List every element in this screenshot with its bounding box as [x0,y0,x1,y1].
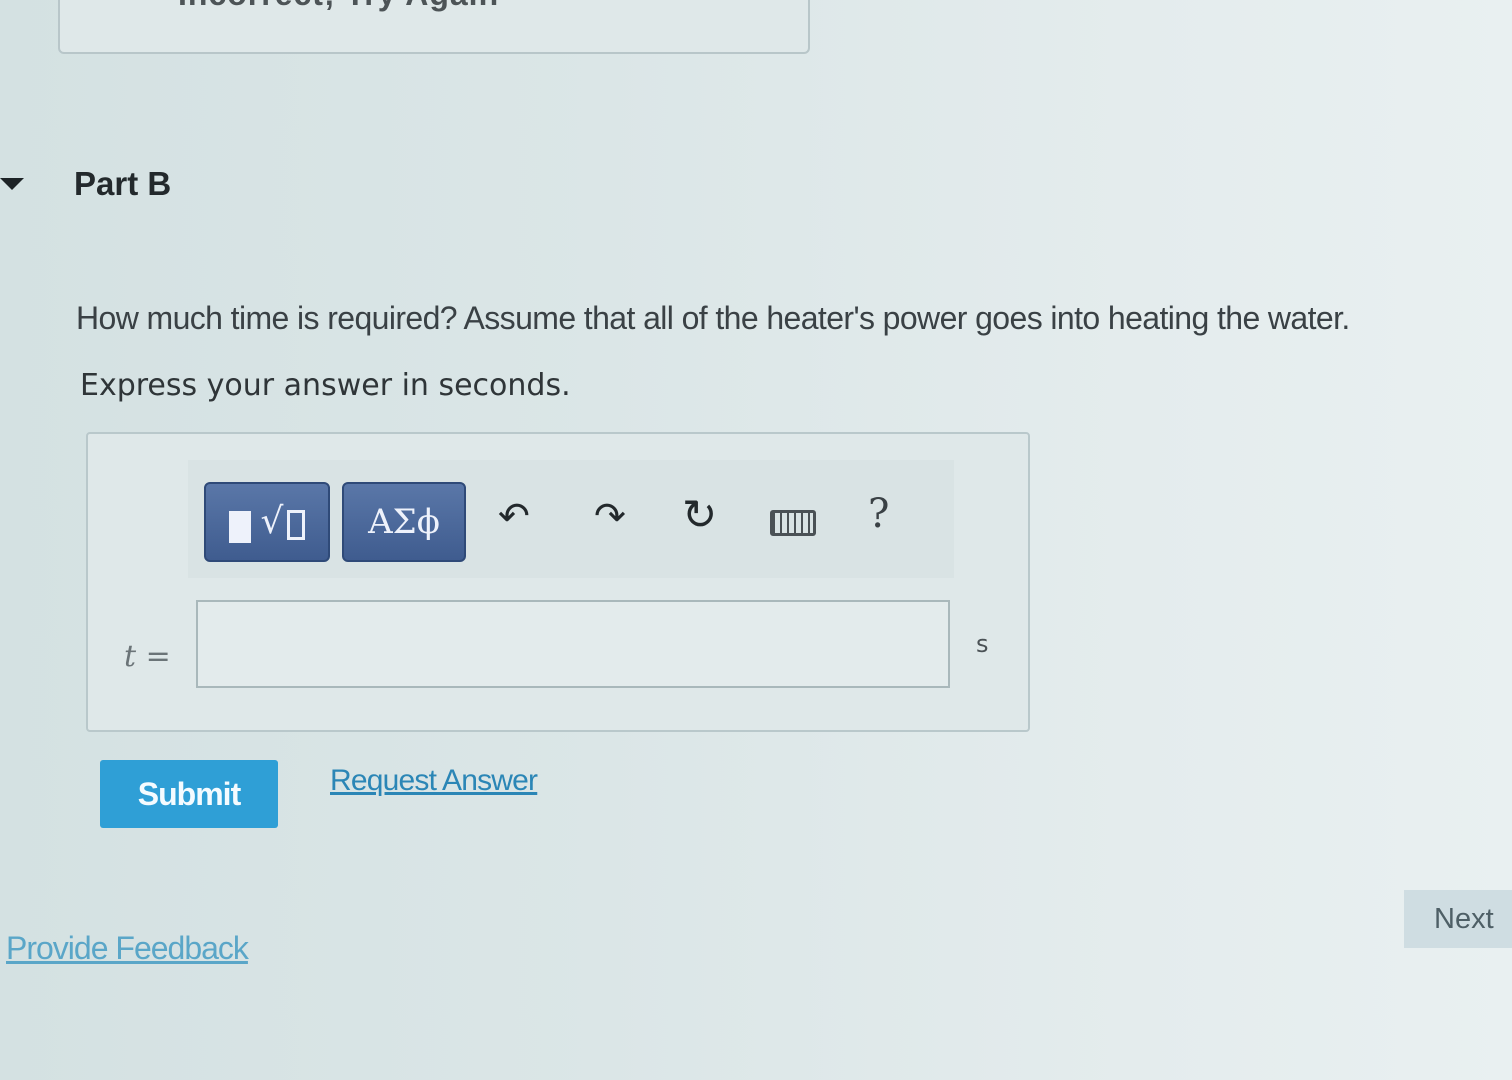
variable-symbol: t [124,639,137,674]
template-block-icon [228,511,251,543]
question-text: How much time is required? Assume that a… [76,300,1350,336]
previous-feedback-text: Incorrect; Try Again [178,0,499,10]
template-box-icon [287,510,306,540]
answer-panel: √ ΑΣϕ ↶ ↷ ↻ ? t = s [86,432,1030,732]
redo-icon[interactable]: ↷ [594,498,626,536]
request-answer-link[interactable]: Request Answer [330,764,538,798]
math-toolbar: √ ΑΣϕ ↶ ↷ ↻ ? [188,460,954,578]
keyboard-icon[interactable] [770,510,816,536]
help-icon[interactable]: ? [868,494,889,534]
submit-button[interactable]: Submit [100,760,278,828]
answer-instruction: Express your answer in seconds. [80,368,571,403]
greek-letters-button[interactable]: ΑΣϕ [342,482,466,562]
answer-input[interactable] [196,600,950,688]
reset-icon[interactable]: ↻ [682,494,717,536]
unit-label: s [976,630,989,658]
collapse-arrow-icon[interactable] [0,178,24,190]
equals-sign: = [145,639,171,674]
next-button[interactable]: Next [1404,890,1512,948]
templates-button[interactable]: √ [204,482,330,562]
square-root-icon: √ [260,501,284,542]
variable-label: t = [124,639,171,674]
undo-icon[interactable]: ↶ [498,498,530,536]
provide-feedback-link[interactable]: Provide Feedback [6,930,249,967]
previous-feedback-box: Incorrect; Try Again [58,0,810,54]
part-title: Part B [74,165,172,202]
